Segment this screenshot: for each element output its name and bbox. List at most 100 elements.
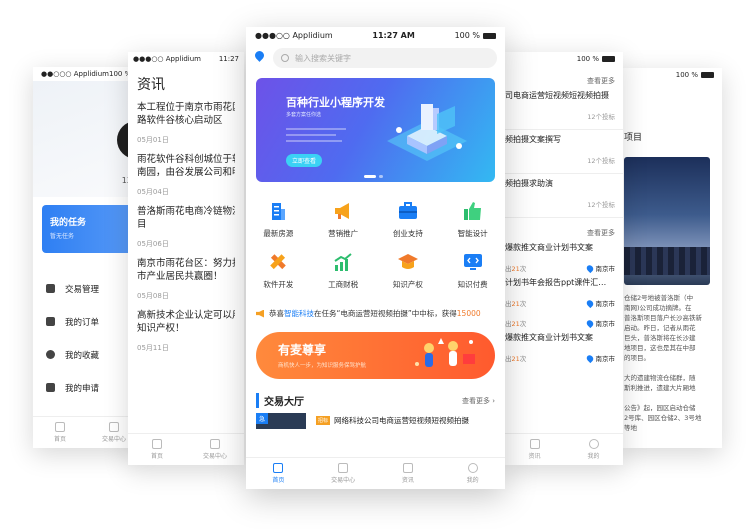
task-card[interactable]: 我的任务 暂无任务 xyxy=(42,205,141,253)
promo-banner[interactable]: 有麦尊享 商机快人一步，为知识服务保驾护航 xyxy=(256,332,495,379)
category-label: 最新房源 xyxy=(263,229,294,238)
thumbs-up-icon xyxy=(463,202,481,220)
view-suffix: 次 xyxy=(519,355,527,363)
list-item[interactable]: 视频拍摄文案撰写 12个投标 xyxy=(505,134,623,174)
category-label: 创业支持 xyxy=(392,229,423,238)
bid-tag: 招标 xyxy=(316,416,331,425)
article-line xyxy=(624,363,716,373)
category-smart-design[interactable]: 智能设计 xyxy=(440,200,505,239)
tab-home[interactable]: 首页 xyxy=(33,417,87,448)
tab-mine[interactable]: 我的 xyxy=(440,458,505,489)
news-item[interactable]: 雨花软件谷科创城位于软 南园，由谷发展公司和明 05月04日 xyxy=(137,153,235,197)
news-icon xyxy=(529,439,540,449)
category-label: 营销推广 xyxy=(328,229,359,238)
news-title-line: 市产业居民共赢圈！ xyxy=(137,271,223,282)
news-screen: ●●●○○ Applidium 11:27 资讯 本工程位于南京市雨花区 路软件谷… xyxy=(128,52,244,465)
home-icon xyxy=(273,463,284,473)
news-title: 雨花软件谷科创城位于软 南园，由谷发展公司和明 xyxy=(137,153,235,179)
news-title-line: 本工程位于南京市雨花区 xyxy=(137,102,235,113)
divider xyxy=(505,217,623,218)
code-monitor-icon xyxy=(463,254,482,270)
menu-item-orders[interactable]: 我的订单 xyxy=(33,305,141,338)
task-subtitle: 暂无任务 xyxy=(50,233,75,240)
status-bar: 100 % xyxy=(505,52,623,66)
item-title: 视频拍摄文案撰写 xyxy=(505,135,561,144)
city-photo xyxy=(624,157,710,285)
category-startup-support[interactable]: 创业支持 xyxy=(376,200,441,239)
category-label: 知识付费 xyxy=(457,280,488,289)
tab-news[interactable]: 资讯 xyxy=(376,458,441,489)
news-title-line: 雨花软件谷科创城位于软 xyxy=(137,154,235,165)
tab-trade-center[interactable]: 交易中心 xyxy=(186,434,244,465)
banner-text-line xyxy=(286,128,346,130)
announcement-prefix: 恭喜 xyxy=(269,309,284,318)
hero-banner[interactable]: 百种行业小程序开发 多套方案任你选 立即查看 xyxy=(256,78,495,182)
section-title: 交易大厅 xyxy=(256,393,304,408)
tab-mine[interactable]: 我的 xyxy=(564,434,623,465)
search-placeholder: 输入搜索关键字 xyxy=(295,53,351,63)
tab-label: 首页 xyxy=(53,436,66,443)
bid-count: 12个投标 xyxy=(587,113,615,121)
view-number: 21 xyxy=(511,300,520,308)
item-meta: 出21次 南京市 xyxy=(505,298,615,308)
view-more-link[interactable]: 查看更多 xyxy=(505,76,615,86)
city-label: 南京市 xyxy=(595,300,616,308)
news-item[interactable]: 普洛斯雨花电商冷链物流目 05月06日 xyxy=(137,205,235,249)
announcement-bar[interactable]: 恭喜 智能科技 在任务“电商运营短视频拍摄”中中标，获得 15000 xyxy=(256,308,495,319)
news-date: 05月08日 xyxy=(137,292,169,300)
list-item[interactable]: 写爆款推文商业计划书文案 出21次 南京市 xyxy=(505,332,623,363)
section-title: 项目 xyxy=(624,133,643,143)
promo-subtitle: 商机快人一步，为知识服务保驾护航 xyxy=(278,363,367,369)
news-date: 05月06日 xyxy=(137,240,169,248)
carousel-dot xyxy=(379,175,383,178)
news-title-line: 南京市雨花台区：努力打 xyxy=(137,258,235,269)
news-date: 05月04日 xyxy=(137,188,169,196)
category-label: 智能设计 xyxy=(457,229,488,238)
menu-item-trade[interactable]: 交易管理 xyxy=(33,272,141,305)
category-new-listings[interactable]: 最新房源 xyxy=(246,200,311,239)
tab-label: 交易中心 xyxy=(331,477,356,484)
news-title: 高新技术企业认定可以用 知识产权！ xyxy=(137,309,235,335)
heart-icon xyxy=(46,350,55,359)
tab-home[interactable]: 首页 xyxy=(246,458,311,489)
category-business-tax[interactable]: 工商财税 xyxy=(311,251,376,290)
category-marketing[interactable]: 营销推广 xyxy=(311,200,376,239)
menu-item-label: 交易管理 xyxy=(65,284,100,295)
news-icon xyxy=(402,463,413,473)
category-software-dev[interactable]: 软件开发 xyxy=(246,251,311,290)
item-meta: 出21次 南京市 xyxy=(505,353,615,363)
news-title: 普洛斯雨花电商冷链物流目 xyxy=(137,205,235,231)
category-paid-knowledge[interactable]: 知识付费 xyxy=(440,251,505,290)
tab-trade-center[interactable]: 交易中心 xyxy=(311,458,376,489)
list-item[interactable]: 公司电商运营短视频短视频拍摄 12个投标 xyxy=(505,90,623,130)
list-item[interactable]: 急 招标 网络科技公司电商运营短视频短视频拍摄 xyxy=(256,413,495,429)
carousel-dot xyxy=(364,175,376,178)
view-number: 21 xyxy=(511,355,520,363)
view-count: 出21次 xyxy=(505,353,526,363)
news-item[interactable]: 本工程位于南京市雨花区 路软件谷核心启动区 05月01日 xyxy=(137,101,235,145)
news-item[interactable]: 南京市雨花台区：努力打 市产业居民共赢圈！ 05月08日 xyxy=(137,257,235,301)
search-input[interactable]: 输入搜索关键字 xyxy=(273,48,497,68)
list-item[interactable]: 写爆款推文商业计划书文案 出21次 南京市 xyxy=(505,242,623,273)
list-item[interactable]: 出21次 南京市 xyxy=(505,318,623,328)
location-icon xyxy=(584,263,595,273)
chart-icon xyxy=(334,253,352,271)
megaphone-icon xyxy=(335,203,350,219)
list-item[interactable]: 视频拍摄求助演 12个投标 xyxy=(505,178,623,218)
list-item[interactable]: 业计划书年会报告ppt课件汇… 出21次 南京市 xyxy=(505,277,623,308)
tab-news[interactable]: 资讯 xyxy=(505,434,564,465)
banner-text-line xyxy=(286,140,342,142)
banner-button[interactable]: 立即查看 xyxy=(286,154,323,167)
view-more-link[interactable]: 查看更多 › xyxy=(462,396,495,406)
menu-item-favorites[interactable]: 我的收藏 xyxy=(33,338,141,371)
view-more-link[interactable]: 查看更多 xyxy=(505,228,615,238)
status-bar: ●●●○○ Applidium 11:27 AM 100 % xyxy=(246,27,505,44)
category-ip[interactable]: 知识产权 xyxy=(376,251,441,290)
news-item[interactable]: 高新技术企业认定可以用 知识产权！ 05月11日 xyxy=(137,309,235,353)
tab-home[interactable]: 首页 xyxy=(128,434,186,465)
location-icon xyxy=(584,298,595,308)
item-thumbnail: 急 xyxy=(256,413,306,429)
news-title-line: 知识产权！ xyxy=(137,323,185,334)
menu-item-applications[interactable]: 我的申请 xyxy=(33,371,141,404)
location-pin-icon[interactable] xyxy=(254,51,265,65)
